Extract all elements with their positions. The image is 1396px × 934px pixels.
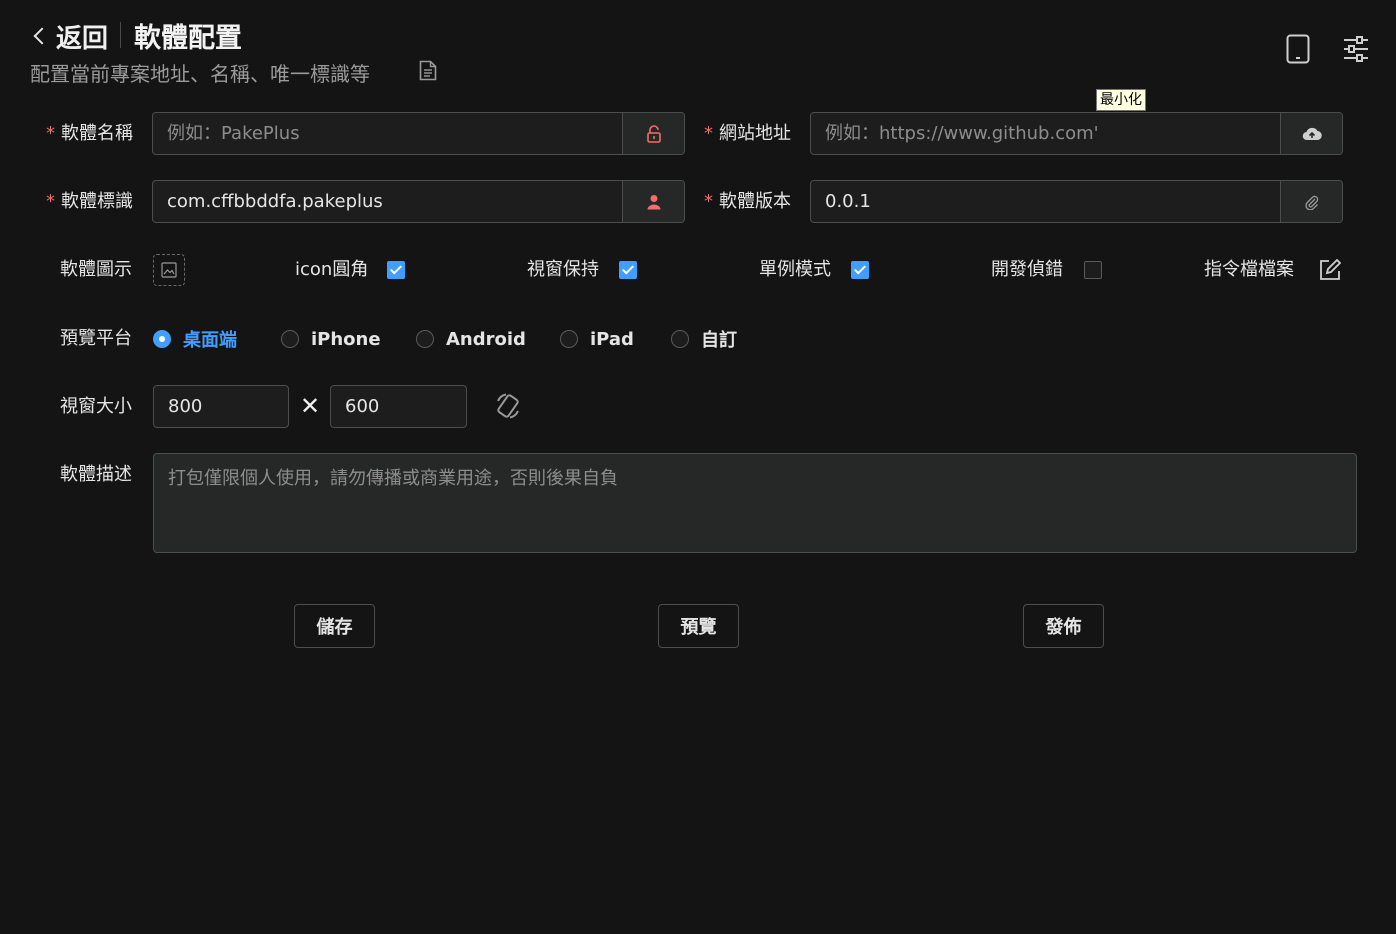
publish-button[interactable]: 發佈 xyxy=(1023,604,1104,648)
times-symbol: ✕ xyxy=(300,392,321,420)
radio-dot xyxy=(281,330,299,348)
required-mark: * xyxy=(704,123,713,144)
version-group xyxy=(810,180,1343,223)
page-title: 軟體配置 xyxy=(134,23,242,54)
description-textarea[interactable] xyxy=(153,453,1357,553)
paperclip-button[interactable] xyxy=(1280,181,1342,222)
radio-label: iPad xyxy=(590,328,634,350)
rotate-icon[interactable] xyxy=(493,391,523,421)
radio-dot xyxy=(560,330,578,348)
debug-checkbox[interactable] xyxy=(1084,261,1102,279)
document-icon[interactable] xyxy=(419,60,437,81)
page-subtitle: 配置當前專案地址、名稱、唯一標識等 xyxy=(30,62,370,86)
icon-upload[interactable] xyxy=(153,254,185,286)
option-label: 開發偵錯 xyxy=(991,259,1063,280)
required-mark: * xyxy=(704,191,713,212)
option-label: 視窗保持 xyxy=(527,259,599,280)
radio-dot xyxy=(671,330,689,348)
radio-dot xyxy=(416,330,434,348)
platform-radio-android[interactable]: Android xyxy=(416,318,526,360)
required-mark: * xyxy=(46,191,55,212)
back-label: 返回 xyxy=(56,23,109,54)
tablet-icon[interactable] xyxy=(1286,34,1310,64)
option-label: icon圓角 xyxy=(295,259,369,280)
tooltip: 最小化 xyxy=(1096,89,1146,111)
edit-icon[interactable] xyxy=(1319,259,1341,281)
url-label: * 網站地址 xyxy=(704,113,791,155)
user-icon xyxy=(647,194,660,209)
platform-radio-iphone[interactable]: iPhone xyxy=(281,318,381,360)
single-instance-checkbox[interactable] xyxy=(851,261,869,279)
platform-radio-custom[interactable]: 自訂 xyxy=(671,318,737,360)
back-button[interactable]: 返回 xyxy=(30,18,108,54)
chevron-left-icon xyxy=(33,27,51,45)
app-name-group xyxy=(152,112,685,155)
radio-label: Android xyxy=(446,328,526,350)
platform-radio-ipad[interactable]: iPad xyxy=(560,318,634,360)
header-divider xyxy=(120,22,121,48)
image-icon xyxy=(161,262,177,278)
platform-label: 預覽平台 xyxy=(60,328,132,349)
radio-label: 桌面端 xyxy=(183,330,237,351)
app-id-label-text: 軟體標識 xyxy=(61,191,133,212)
url-label-text: 網站地址 xyxy=(719,123,791,144)
radio-label: 自訂 xyxy=(701,330,737,351)
app-id-input[interactable] xyxy=(153,181,622,222)
app-name-input[interactable] xyxy=(153,113,622,154)
paperclip-icon xyxy=(1304,195,1318,210)
app-id-group xyxy=(152,180,685,223)
window-keep-checkbox[interactable] xyxy=(619,261,637,279)
url-group xyxy=(810,112,1343,155)
version-label: * 軟體版本 xyxy=(704,181,791,223)
cloud-upload-button[interactable] xyxy=(1280,113,1342,154)
url-input[interactable] xyxy=(811,113,1280,154)
required-mark: * xyxy=(46,123,55,144)
option-label: 單例模式 xyxy=(759,259,831,280)
sliders-icon[interactable] xyxy=(1343,36,1369,62)
preview-button[interactable]: 預覽 xyxy=(658,604,739,648)
radio-label: iPhone xyxy=(311,328,381,350)
lock-button[interactable] xyxy=(622,113,684,154)
platform-radio-desktop[interactable]: 桌面端 xyxy=(153,318,237,360)
icon-rounded-checkbox[interactable] xyxy=(387,261,405,279)
version-input[interactable] xyxy=(811,181,1280,222)
cloud-upload-icon xyxy=(1302,127,1322,140)
save-button[interactable]: 儲存 xyxy=(294,604,375,648)
lock-icon xyxy=(646,124,661,143)
window-width-input[interactable] xyxy=(153,385,289,428)
icon-label: 軟體圖示 xyxy=(60,259,132,280)
version-label-text: 軟體版本 xyxy=(719,191,791,212)
app-id-label: * 軟體標識 xyxy=(46,181,133,223)
user-button[interactable] xyxy=(622,181,684,222)
radio-dot xyxy=(153,330,171,348)
window-height-input[interactable] xyxy=(330,385,467,428)
script-label: 指令檔檔案 xyxy=(1204,259,1294,280)
app-name-label-text: 軟體名稱 xyxy=(61,123,133,144)
description-label: 軟體描述 xyxy=(60,464,132,485)
window-size-label: 視窗大小 xyxy=(60,396,132,417)
app-name-label: * 軟體名稱 xyxy=(46,113,133,155)
